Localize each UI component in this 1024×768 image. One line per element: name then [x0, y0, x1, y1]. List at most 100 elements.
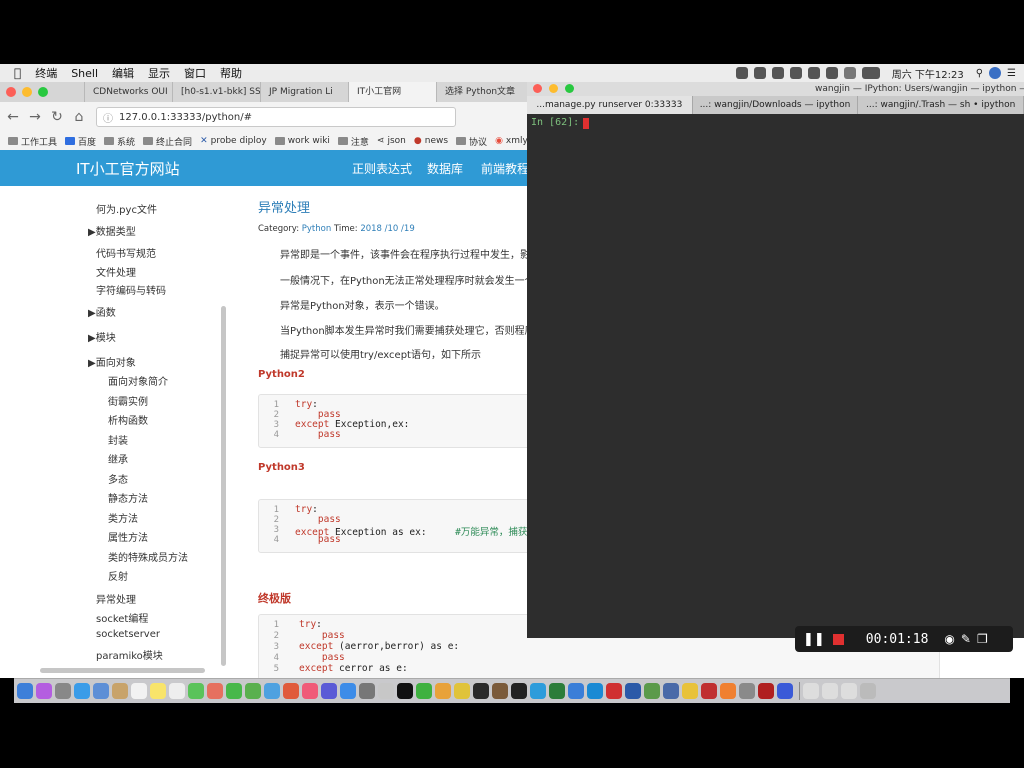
- terminal-tab[interactable]: ...: wangjin/.Trash — sh • ipython: [858, 96, 1024, 114]
- bookmark-item[interactable]: 系统: [104, 135, 135, 148]
- tray-app-icon[interactable]: [789, 67, 802, 79]
- forward-arrow-icon[interactable]: →: [26, 109, 44, 125]
- menu-view[interactable]: 显示: [148, 65, 170, 81]
- category-link[interactable]: Python: [302, 224, 331, 234]
- trash-icon[interactable]: [860, 683, 876, 699]
- chrome-icon[interactable]: [454, 683, 470, 699]
- keynote-icon[interactable]: [283, 683, 299, 699]
- folder-icon[interactable]: [841, 683, 857, 699]
- documents-folder-icon[interactable]: [822, 683, 838, 699]
- home-icon[interactable]: ⌂: [70, 109, 88, 125]
- pen-icon[interactable]: ✎: [961, 632, 971, 646]
- sidebar-horizontal-scrollbar[interactable]: [40, 668, 205, 673]
- browser-tab[interactable]: JP Migration Li: [260, 82, 348, 102]
- app-icon[interactable]: [739, 683, 755, 699]
- nav-regex[interactable]: 正则表达式: [352, 160, 412, 177]
- sidebar-subitem[interactable]: 类的特殊成员方法: [108, 549, 188, 564]
- ibooks-icon[interactable]: [321, 683, 337, 699]
- reload-icon[interactable]: ↻: [48, 109, 66, 125]
- nav-database[interactable]: 数据库: [427, 160, 463, 177]
- messages-icon[interactable]: [226, 683, 242, 699]
- terminal-body[interactable]: In [62]:: [527, 114, 1024, 638]
- sidebar-subitem[interactable]: 类方法: [108, 510, 138, 525]
- app-icon[interactable]: [530, 683, 546, 699]
- notes-icon[interactable]: [150, 683, 166, 699]
- vlc-icon[interactable]: [720, 683, 736, 699]
- bookmark-item[interactable]: ◉ xmly: [495, 136, 528, 146]
- back-arrow-icon[interactable]: ←: [4, 109, 22, 125]
- tray-app-icon[interactable]: [825, 67, 838, 79]
- menu-shell[interactable]: Shell: [71, 67, 98, 80]
- site-title[interactable]: IT小工官方网站: [76, 158, 180, 179]
- sidebar-subitem[interactable]: 继承: [108, 451, 128, 466]
- facetime-icon[interactable]: [245, 683, 261, 699]
- clock[interactable]: 周六 下午12:23: [892, 66, 964, 81]
- minimize-window-button[interactable]: [548, 84, 558, 93]
- battery-icon[interactable]: [861, 67, 880, 79]
- bookmark-item[interactable]: ✕ probe diploy: [200, 136, 267, 146]
- excel-icon[interactable]: [549, 683, 565, 699]
- reminders-icon[interactable]: [169, 683, 185, 699]
- sidebar-item[interactable]: 代码书写规范: [96, 245, 156, 260]
- zoom-window-button[interactable]: [564, 84, 574, 93]
- downloads-folder-icon[interactable]: [803, 683, 819, 699]
- bookmark-item[interactable]: ● news: [414, 136, 448, 146]
- camera-icon[interactable]: ◉: [944, 632, 954, 646]
- app-icon[interactable]: [777, 683, 793, 699]
- search-icon[interactable]: ⚲: [976, 68, 983, 79]
- skype-icon[interactable]: [568, 683, 584, 699]
- pdf-icon[interactable]: [606, 683, 622, 699]
- sidebar-item[interactable]: 何为.pyc文件: [96, 201, 157, 216]
- bookmark-item[interactable]: 协议: [456, 135, 487, 148]
- sequel-icon[interactable]: [492, 683, 508, 699]
- finder-icon[interactable]: [17, 683, 33, 699]
- app-icon[interactable]: [587, 683, 603, 699]
- sidebar-subitem[interactable]: 街霸实例: [108, 393, 148, 408]
- bookmark-item[interactable]: 注意: [337, 135, 369, 148]
- browser-tab[interactable]: 选择 Python文章: [436, 82, 524, 102]
- numbers-icon[interactable]: [264, 683, 280, 699]
- sidebar-subitem[interactable]: 反射: [108, 568, 128, 583]
- app-icon[interactable]: [758, 683, 774, 699]
- terminal-icon[interactable]: [397, 683, 413, 699]
- sidebar-scrollbar[interactable]: [221, 306, 226, 666]
- browser-tab-active[interactable]: IT小工官网: [348, 82, 436, 102]
- minimize-window-button[interactable]: [22, 87, 32, 97]
- sidebar-item[interactable]: socketserver: [96, 629, 160, 640]
- browser-tab[interactable]: [h0-s1.v1-bkk] SSL: [172, 82, 260, 102]
- bookmark-item[interactable]: work wiki: [274, 136, 330, 146]
- sidebar-item[interactable]: 文件处理: [96, 264, 136, 279]
- app-icon[interactable]: [663, 683, 679, 699]
- sidebar-item[interactable]: socket编程: [96, 610, 148, 625]
- tray-app-icon[interactable]: [735, 67, 748, 79]
- sidebar-group[interactable]: ▶函数: [88, 304, 116, 319]
- menu-terminal[interactable]: 终端: [35, 65, 57, 81]
- tray-app-icon[interactable]: [807, 67, 820, 79]
- pycharm-icon[interactable]: [473, 683, 489, 699]
- sidebar-group[interactable]: ▶模块: [88, 329, 116, 344]
- app-store-icon[interactable]: [340, 683, 356, 699]
- menu-window[interactable]: 窗口: [184, 65, 206, 81]
- mail-icon[interactable]: [93, 683, 109, 699]
- stop-icon[interactable]: [832, 633, 844, 645]
- launchpad-icon[interactable]: [55, 683, 71, 699]
- firefox-icon[interactable]: [435, 683, 451, 699]
- system-preferences-icon[interactable]: [359, 683, 375, 699]
- apple-menu-icon[interactable]: : [14, 66, 21, 80]
- sidebar-subitem[interactable]: 多态: [108, 471, 128, 486]
- menu-edit[interactable]: 编辑: [112, 65, 134, 81]
- sidebar-group[interactable]: ▶数据类型: [88, 223, 136, 238]
- word-icon[interactable]: [625, 683, 641, 699]
- notification-center-icon[interactable]: ☰: [1007, 68, 1016, 79]
- app-icon[interactable]: [682, 683, 698, 699]
- bookmark-item[interactable]: ⋖ json: [377, 136, 406, 146]
- bookmark-item[interactable]: 工作工具: [8, 135, 57, 148]
- sidebar-group[interactable]: ▶面向对象: [88, 354, 136, 369]
- maps-icon[interactable]: [188, 683, 204, 699]
- sidebar-item-active[interactable]: 异常处理: [96, 591, 136, 606]
- menu-help[interactable]: 帮助: [220, 65, 242, 81]
- user-avatar-icon[interactable]: [989, 67, 1002, 79]
- siri-icon[interactable]: [36, 683, 52, 699]
- sidebar-subitem[interactable]: 封装: [108, 432, 128, 447]
- wechat-icon[interactable]: [416, 683, 432, 699]
